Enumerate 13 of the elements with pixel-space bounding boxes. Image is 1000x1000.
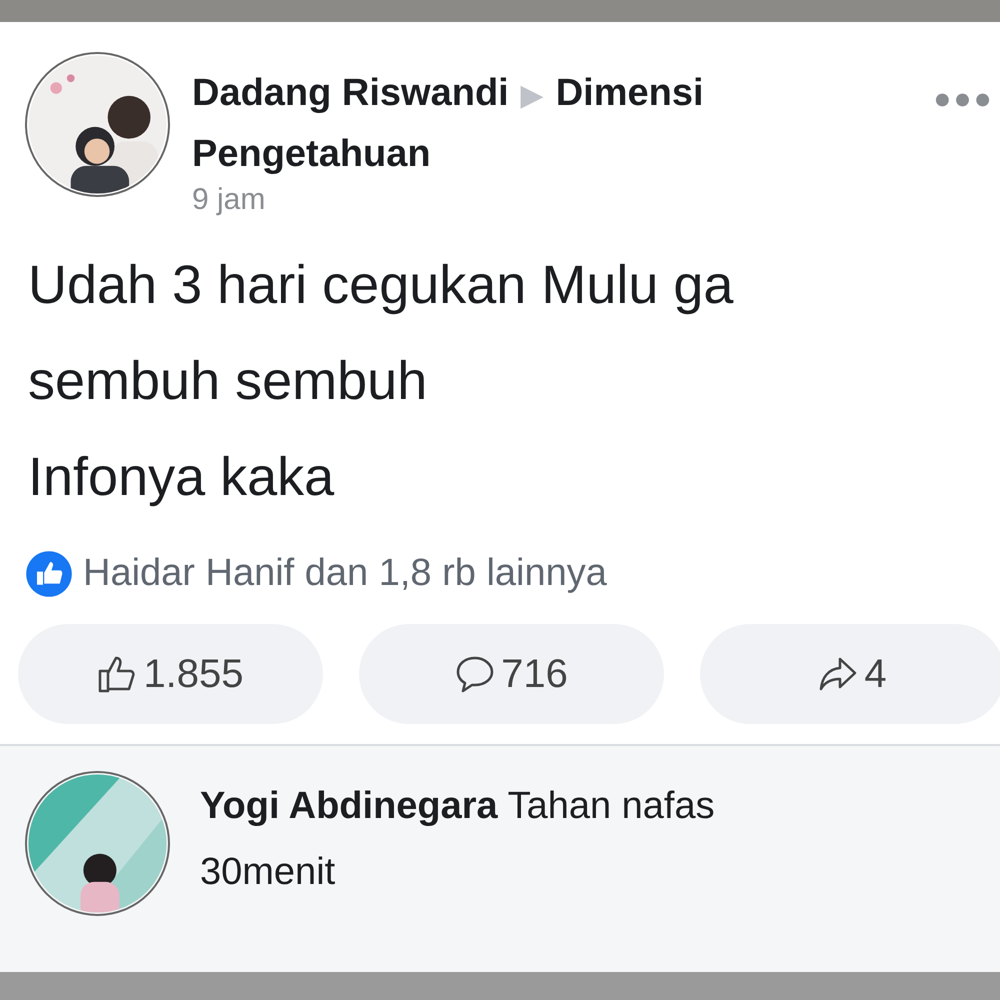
comment-button[interactable]: 716	[359, 624, 664, 724]
comment-text: Yogi Abdinegara Tahan nafas 30menit	[200, 784, 716, 895]
share-button[interactable]: 4	[700, 624, 1000, 724]
post-text-line: sembuh sembuh	[28, 350, 428, 413]
post-text-line: Infonya kaka	[28, 446, 336, 509]
like-reaction-icon	[25, 550, 73, 598]
more-options-icon[interactable]	[935, 92, 990, 108]
like-button[interactable]: 1.855	[18, 624, 323, 724]
post-header-title: Dadang Riswandi ▶ Dimensi Pengetahuan	[192, 71, 705, 177]
thumbs-up-icon	[97, 654, 138, 694]
post-text-line: Udah 3 hari cegukan Mulu ga	[28, 254, 734, 317]
reactions-summary[interactable]: Haidar Hanif dan 1,8 rb lainnya	[83, 545, 607, 602]
speech-bubble-icon	[455, 654, 496, 694]
